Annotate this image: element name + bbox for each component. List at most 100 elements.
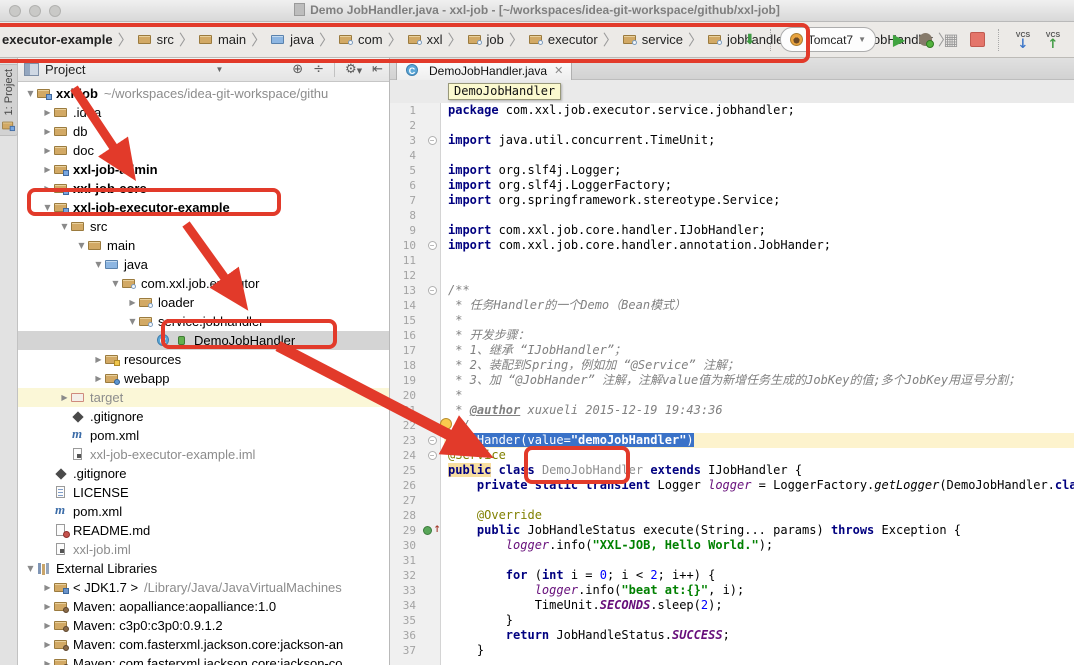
collapse-all-icon[interactable]: ÷ <box>313 62 324 77</box>
tree-item[interactable]: xxl-job-executor-example.iml <box>18 445 389 464</box>
code-line[interactable]: 34 TimeUnit.SECONDS.sleep(2); <box>390 598 1074 613</box>
tree-item[interactable]: ▼xxl-job-executor-example <box>18 198 389 217</box>
tree-item[interactable]: ▼External Libraries <box>18 559 389 578</box>
collapse-arrow-icon[interactable]: ▶ <box>41 621 54 630</box>
line-number[interactable]: 14 <box>390 298 420 313</box>
intention-bulb-icon[interactable] <box>440 418 452 430</box>
line-number[interactable]: 4 <box>390 148 420 163</box>
line-number[interactable]: 18 <box>390 358 420 373</box>
line-number[interactable]: 34 <box>390 598 420 613</box>
navigate-down-icon[interactable]: ⬇ <box>744 32 756 48</box>
tree-item[interactable]: ▶loader <box>18 293 389 312</box>
collapse-arrow-icon[interactable]: ▶ <box>41 108 54 117</box>
code-line[interactable]: 25public class DemoJobHandler extends IJ… <box>390 463 1074 478</box>
line-number[interactable]: 3 <box>390 133 420 148</box>
expand-arrow-icon[interactable]: ▼ <box>24 89 37 98</box>
breadcrumb-item[interactable]: java <box>271 32 314 47</box>
tree-item[interactable]: ▶target <box>18 388 389 407</box>
tree-item[interactable]: ▶Maven: com.fasterxml.jackson.core:jacks… <box>18 635 389 654</box>
line-number[interactable]: 24 <box>390 448 420 463</box>
tree-item[interactable]: xxl-job.iml <box>18 540 389 559</box>
line-number[interactable]: 17 <box>390 343 420 358</box>
line-number[interactable]: 9 <box>390 223 420 238</box>
breadcrumb-item[interactable]: service <box>623 32 683 47</box>
gear-icon[interactable]: ⚙▼ <box>345 62 362 77</box>
line-number[interactable]: 21 <box>390 403 420 418</box>
code-line[interactable]: 30 logger.info("XXL-JOB, Hello World."); <box>390 538 1074 553</box>
override-method-icon[interactable] <box>423 526 432 535</box>
code-line[interactable]: 23−@JobHander(value="demoJobHandler") <box>390 433 1074 448</box>
tree-item[interactable]: ▶Maven: com.fasterxml.jackson.core:jacks… <box>18 654 389 665</box>
hide-panel-icon[interactable]: ⇤ <box>372 62 383 77</box>
expand-arrow-icon[interactable]: ▼ <box>92 260 105 269</box>
tree-item[interactable]: ▶Maven: aopalliance:aopalliance:1.0 <box>18 597 389 616</box>
locate-icon[interactable]: ⊕ <box>292 62 303 77</box>
code-line[interactable]: 16 * 开发步骤： <box>390 328 1074 343</box>
breadcrumb-item[interactable]: executor <box>529 32 598 47</box>
expand-arrow-icon[interactable]: ▼ <box>24 564 37 573</box>
collapse-arrow-icon[interactable]: ▶ <box>41 127 54 136</box>
line-number[interactable]: 31 <box>390 553 420 568</box>
code-line[interactable]: 36 return JobHandleStatus.SUCCESS; <box>390 628 1074 643</box>
line-number[interactable]: 13 <box>390 283 420 298</box>
collapse-arrow-icon[interactable]: ▶ <box>41 583 54 592</box>
project-tool-window-tab[interactable]: 1: Project <box>0 64 18 136</box>
code-line[interactable]: 35 } <box>390 613 1074 628</box>
tree-item[interactable]: pom.xml <box>18 426 389 445</box>
code-line[interactable]: 13−/** <box>390 283 1074 298</box>
tree-item[interactable]: pom.xml <box>18 502 389 521</box>
tree-item[interactable]: ▶Maven: c3p0:c3p0:0.9.1.2 <box>18 616 389 635</box>
line-number[interactable]: 25 <box>390 463 420 478</box>
line-number[interactable]: 5 <box>390 163 420 178</box>
debug-button[interactable] <box>913 28 937 52</box>
code-line[interactable]: 2 <box>390 118 1074 133</box>
code-line[interactable]: 21 * @author xuxueli 2015-12-19 19:43:36 <box>390 403 1074 418</box>
collapse-arrow-icon[interactable]: ▶ <box>41 640 54 649</box>
tree-item[interactable]: .gitignore <box>18 464 389 483</box>
chevron-down-icon[interactable]: ▼ <box>215 65 223 74</box>
code-line[interactable]: 4 <box>390 148 1074 163</box>
line-number[interactable]: 6 <box>390 178 420 193</box>
code-line[interactable]: 15 * <box>390 313 1074 328</box>
breadcrumb-item[interactable]: main <box>199 32 246 47</box>
line-number[interactable]: 27 <box>390 493 420 508</box>
line-number[interactable]: 20 <box>390 388 420 403</box>
code-line[interactable]: 8 <box>390 208 1074 223</box>
line-number[interactable]: 19 <box>390 373 420 388</box>
line-number[interactable]: 29 <box>390 523 420 538</box>
line-number[interactable]: 7 <box>390 193 420 208</box>
vcs-commit-button[interactable]: VCS ↑ <box>1040 31 1066 49</box>
fold-marker-icon[interactable]: − <box>428 286 437 295</box>
line-number[interactable]: 30 <box>390 538 420 553</box>
fold-marker-icon[interactable]: − <box>428 451 437 460</box>
expand-arrow-icon[interactable]: ▼ <box>41 203 54 212</box>
run-button[interactable]: ▶ <box>887 28 911 52</box>
line-number[interactable]: 26 <box>390 478 420 493</box>
tree-item[interactable]: .gitignore <box>18 407 389 426</box>
breadcrumb-item[interactable]: executor-example <box>2 32 113 47</box>
collapse-arrow-icon[interactable]: ▶ <box>41 659 54 665</box>
tree-item[interactable]: ▶db <box>18 122 389 141</box>
tree-item[interactable]: ▶webapp <box>18 369 389 388</box>
code-line[interactable]: 24−@Service <box>390 448 1074 463</box>
code-area[interactable]: 1package com.xxl.job.executor.service.jo… <box>390 103 1074 665</box>
tree-item[interactable]: ▶.idea <box>18 103 389 122</box>
tree-item[interactable]: ▶xxl-job-core <box>18 179 389 198</box>
line-number[interactable]: 8 <box>390 208 420 223</box>
code-line[interactable]: 18 * 2、装配到Spring，例如加 “@Service” 注解； <box>390 358 1074 373</box>
tree-item[interactable]: ▶resources <box>18 350 389 369</box>
code-line[interactable]: 1package com.xxl.job.executor.service.jo… <box>390 103 1074 118</box>
tree-item[interactable]: DemoJobHandler <box>18 331 389 350</box>
expand-arrow-icon[interactable]: ▼ <box>75 241 88 250</box>
collapse-arrow-icon[interactable]: ▶ <box>58 393 71 402</box>
line-number[interactable]: 15 <box>390 313 420 328</box>
tree-item[interactable]: ▶< JDK1.7 >/Library/Java/JavaVirtualMach… <box>18 578 389 597</box>
breadcrumb-item[interactable]: com <box>339 32 383 47</box>
collapse-arrow-icon[interactable]: ▶ <box>41 184 54 193</box>
line-number[interactable]: 36 <box>390 628 420 643</box>
tree-item[interactable]: ▼main <box>18 236 389 255</box>
collapse-arrow-icon[interactable]: ▶ <box>41 146 54 155</box>
code-line[interactable]: 31 <box>390 553 1074 568</box>
stop-button[interactable] <box>965 28 989 52</box>
expand-arrow-icon[interactable]: ▼ <box>109 279 122 288</box>
